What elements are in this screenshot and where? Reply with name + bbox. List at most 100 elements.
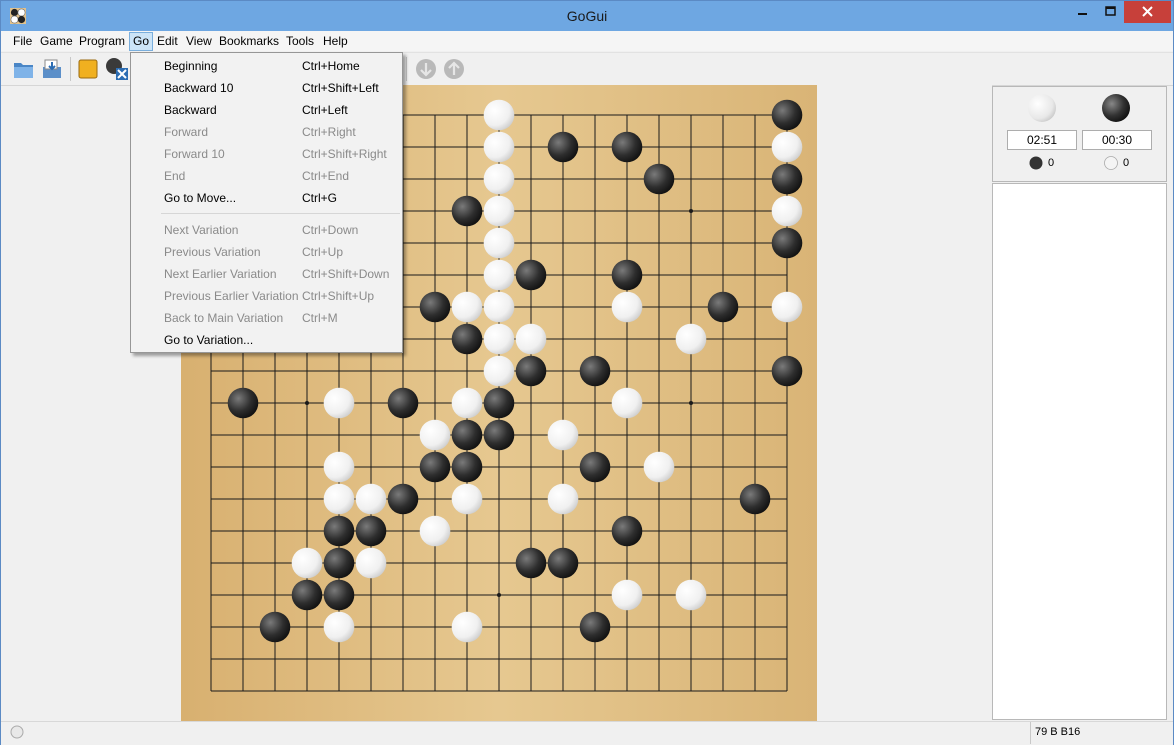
black-stone (579, 451, 611, 483)
black-stone (323, 547, 355, 579)
white-stone (547, 419, 579, 451)
toolbar-separator (70, 57, 71, 81)
new-game-icon[interactable] (76, 57, 100, 81)
menu-separator (161, 213, 400, 214)
black-stone (419, 451, 451, 483)
menu-item-backward[interactable]: Backward Ctrl+Left (131, 99, 402, 121)
white-stone (483, 195, 515, 227)
black-stone (771, 163, 803, 195)
white-stone (323, 611, 355, 643)
white-stone (515, 323, 547, 355)
menu-item-forward-10[interactable]: Forward 10 Ctrl+Shift+Right (131, 143, 402, 165)
app-window: GoGui File Game Program Go Edit View Boo… (0, 0, 1174, 745)
menu-item-next-variation[interactable]: Next Variation Ctrl+Down (131, 219, 402, 241)
open-icon[interactable] (12, 57, 36, 81)
white-stone (483, 99, 515, 131)
menu-item-previous-earlier-variation[interactable]: Previous Earlier Variation Ctrl+Shift+Up (131, 285, 402, 307)
black-stone (515, 547, 547, 579)
white-stone (291, 547, 323, 579)
toolbar-separator (406, 57, 407, 81)
white-stone (323, 483, 355, 515)
black-stone (483, 387, 515, 419)
star-point (689, 401, 693, 405)
white-stone (483, 259, 515, 291)
white-stone (323, 387, 355, 419)
menu-item-previous-variation[interactable]: Previous Variation Ctrl+Up (131, 241, 402, 263)
white-stone (483, 323, 515, 355)
black-stone (643, 163, 675, 195)
menu-item-end[interactable]: End Ctrl+End (131, 165, 402, 187)
play-icon[interactable] (414, 57, 438, 81)
black-player-stone-icon (1102, 94, 1130, 122)
menu-game[interactable]: Game (37, 33, 76, 50)
maximize-button[interactable] (1098, 1, 1124, 23)
menu-item-back-to-main-variation[interactable]: Back to Main Variation Ctrl+M (131, 307, 402, 329)
black-stone (611, 131, 643, 163)
minimize-icon (1078, 13, 1087, 15)
white-stone (771, 195, 803, 227)
white-stone (419, 419, 451, 451)
status-indicator-icon (10, 725, 24, 739)
menu-item-forward[interactable]: Forward Ctrl+Right (131, 121, 402, 143)
star-point (305, 401, 309, 405)
stop-icon[interactable] (442, 57, 466, 81)
clock-panel: 02:51 00:30 0 0 (992, 86, 1167, 182)
white-stone (451, 387, 483, 419)
black-stone (291, 579, 323, 611)
black-stone (771, 355, 803, 387)
menu-view[interactable]: View (183, 33, 215, 50)
close-game-icon[interactable] (105, 57, 129, 81)
menu-edit[interactable]: Edit (154, 33, 181, 50)
white-stone (675, 579, 707, 611)
save-icon[interactable] (40, 57, 64, 81)
menu-item-go-to-move[interactable]: Go to Move... Ctrl+G (131, 187, 402, 209)
black-stone (387, 483, 419, 515)
white-stone (483, 131, 515, 163)
right-margin (817, 85, 992, 721)
white-stone (483, 355, 515, 387)
white-stone (451, 611, 483, 643)
star-point (497, 593, 501, 597)
black-stone (579, 355, 611, 387)
black-stone (323, 515, 355, 547)
white-stone (675, 323, 707, 355)
comment-area[interactable] (992, 183, 1167, 720)
black-stone (611, 515, 643, 547)
white-captures-count: 0 (1123, 157, 1130, 169)
black-stone (259, 611, 291, 643)
menu-item-next-earlier-variation[interactable]: Next Earlier Variation Ctrl+Shift+Down (131, 263, 402, 285)
star-point (689, 209, 693, 213)
white-stone (771, 291, 803, 323)
menu-help[interactable]: Help (320, 33, 351, 50)
black-captures-count: 0 (1048, 157, 1055, 169)
black-stone (707, 291, 739, 323)
white-stone (355, 547, 387, 579)
menu-go[interactable]: Go (129, 32, 154, 51)
minimize-button[interactable] (1068, 1, 1098, 23)
menu-item-backward-10[interactable]: Backward 10 Ctrl+Shift+Left (131, 77, 402, 99)
black-stone (387, 387, 419, 419)
menu-bookmarks[interactable]: Bookmarks (216, 33, 282, 50)
menu-tools[interactable]: Tools (283, 33, 317, 50)
black-stone (451, 419, 483, 451)
close-button[interactable] (1124, 1, 1171, 23)
title-bar: GoGui (1, 1, 1173, 31)
menu-item-go-to-variation[interactable]: Go to Variation... (131, 329, 402, 351)
black-stone (323, 579, 355, 611)
black-stone (579, 611, 611, 643)
black-stone (515, 355, 547, 387)
black-stone (739, 483, 771, 515)
white-stone (483, 291, 515, 323)
black-stone (611, 259, 643, 291)
menu-file[interactable]: File (10, 33, 35, 50)
white-stone (483, 227, 515, 259)
black-stone (547, 547, 579, 579)
menu-item-beginning[interactable]: Beginning Ctrl+Home (131, 55, 402, 77)
menu-program[interactable]: Program (76, 33, 128, 50)
status-bar: 79 B B16 (1, 721, 1173, 745)
black-stone (547, 131, 579, 163)
white-clock: 02:51 (1007, 130, 1077, 150)
black-clock: 00:30 (1082, 130, 1152, 150)
black-stone (451, 451, 483, 483)
black-stone (355, 515, 387, 547)
